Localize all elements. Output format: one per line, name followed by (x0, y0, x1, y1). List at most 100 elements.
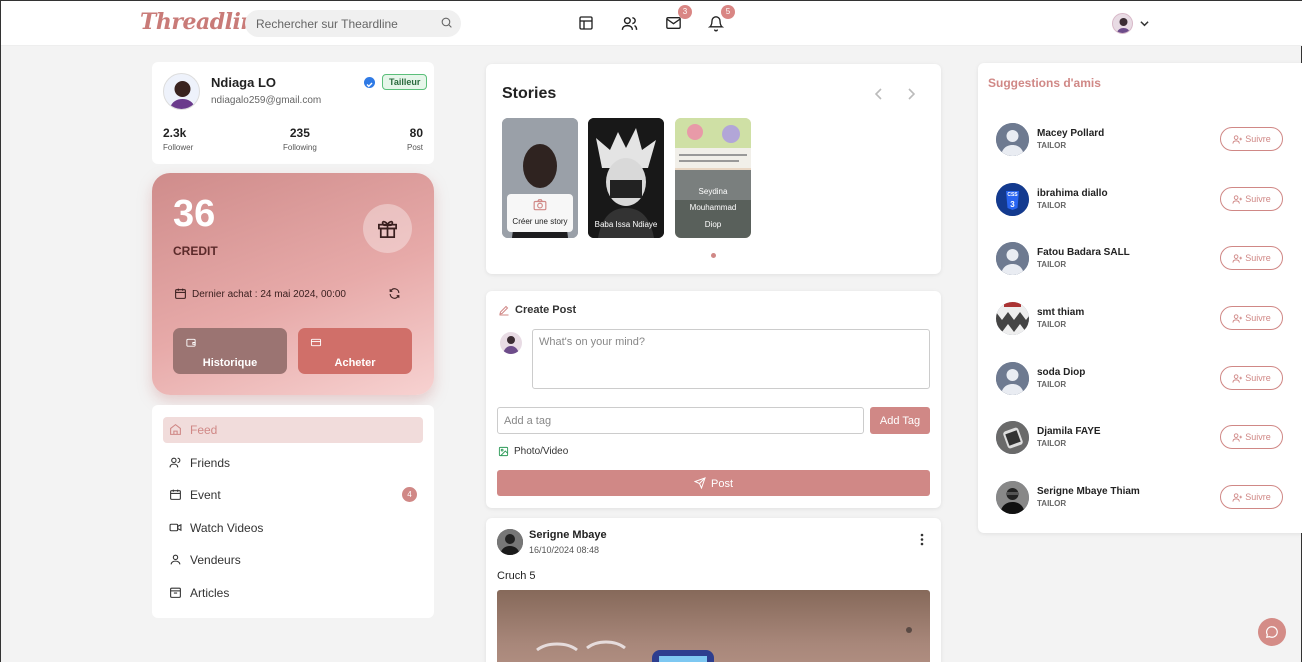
layout-icon[interactable] (578, 15, 594, 31)
stat-posts[interactable]: 80 Post (401, 126, 423, 152)
stat-followers[interactable]: 2.3k Follower (163, 126, 193, 152)
menu-item-watch-videos[interactable]: Watch Videos (163, 515, 423, 541)
menu-item-event[interactable]: Event 4 (163, 482, 423, 508)
suggestion-name[interactable]: smt thiam (1037, 307, 1084, 318)
suggestion-item: Macey Pollard TAILOR Suivre (996, 123, 1286, 157)
users-icon[interactable] (621, 15, 638, 32)
story-seydina-mouhammad-diop[interactable]: Seydina Mouhammad Diop (675, 118, 751, 238)
search-input[interactable] (245, 10, 461, 37)
chevron-down-icon[interactable] (1140, 20, 1149, 27)
menu-item-vendeurs[interactable]: Vendeurs (163, 547, 423, 573)
suggestion-avatar[interactable] (996, 421, 1029, 454)
chat-button[interactable] (1258, 618, 1286, 646)
profile-card: Ndiaga LO ndiagalo259@gmail.com Tailleur… (152, 62, 434, 164)
suggestion-item: soda Diop TAILOR Suivre (996, 362, 1286, 396)
story-label-line-2: Mouhammad (689, 203, 737, 212)
post-author-avatar[interactable] (497, 529, 523, 555)
suggestion-avatar[interactable] (996, 123, 1029, 156)
follow-button[interactable]: Suivre (1220, 485, 1283, 509)
calendar-icon (170, 489, 181, 500)
user-icon (170, 554, 181, 565)
role-badge: Tailleur (382, 74, 428, 90)
suggestion-item: smt thiam TAILOR Suivre (996, 302, 1286, 336)
svg-text:CSS: CSS (1007, 192, 1018, 198)
post-text: Cruch 5 (497, 570, 536, 582)
follow-button[interactable]: Suivre (1220, 425, 1283, 449)
buy-button[interactable]: Acheter (298, 328, 412, 374)
user-plus-icon (1232, 374, 1243, 383)
photo-video-button[interactable]: Photo/Video (498, 446, 568, 457)
chevron-left-icon[interactable] (875, 88, 883, 100)
suggestion-avatar[interactable] (996, 481, 1029, 514)
follow-button[interactable]: Suivre (1220, 127, 1283, 151)
side-menu: Feed Friends Event 4 Watch Videos Vendeu… (152, 405, 434, 618)
bell-icon[interactable] (708, 15, 724, 32)
profile-name[interactable]: Ndiaga LO (211, 75, 276, 90)
video-icon (169, 523, 182, 532)
chat-icon (1265, 626, 1278, 639)
suggestion-role: TAILOR (1037, 201, 1067, 210)
stories-title: Stories (502, 85, 557, 102)
event-badge: 4 (402, 487, 417, 502)
user-plus-icon (1232, 493, 1243, 502)
follow-button[interactable]: Suivre (1220, 366, 1283, 390)
refresh-icon[interactable] (388, 287, 401, 300)
suggestion-avatar[interactable] (996, 362, 1029, 395)
menu-item-articles[interactable]: Articles (163, 580, 423, 606)
suggestion-name[interactable]: Fatou Badara SALL (1037, 247, 1130, 258)
story-baba-issa-ndiaye[interactable]: Baba Issa Ndiaye (588, 118, 664, 238)
follow-button[interactable]: Suivre (1220, 246, 1283, 270)
mail-icon[interactable] (665, 15, 682, 31)
follow-button[interactable]: Suivre (1220, 187, 1283, 211)
chevron-right-icon[interactable] (907, 88, 915, 100)
history-button[interactable]: Historique (173, 328, 287, 374)
suggestion-item: CSS 3 ibrahima diallo TAILOR Suivre (996, 183, 1286, 217)
menu-item-friends[interactable]: Friends (163, 450, 423, 476)
credit-amount: 36 (173, 193, 216, 235)
suggestion-name[interactable]: ibrahima diallo (1037, 188, 1108, 199)
follow-button[interactable]: Suivre (1220, 306, 1283, 330)
suggestion-name[interactable]: Macey Pollard (1037, 128, 1104, 139)
suggestion-avatar[interactable] (996, 302, 1029, 335)
create-post-title: Create Post (515, 304, 577, 316)
post-author-name[interactable]: Serigne Mbaye (529, 529, 607, 541)
create-story[interactable]: Créer une story (502, 118, 578, 238)
suggestion-name[interactable]: Serigne Mbaye Thiam (1037, 486, 1140, 497)
suggestion-name[interactable]: soda Diop (1037, 367, 1085, 378)
user-avatar[interactable] (1112, 13, 1133, 34)
suggestion-item: Fatou Badara SALL TAILOR Suivre (996, 242, 1286, 276)
post-image[interactable] (497, 590, 930, 662)
last-purchase: Dernier achat : 24 mai 2024, 00:00 (192, 289, 346, 300)
stat-following[interactable]: 235 Following (283, 126, 317, 152)
tag-input[interactable] (497, 407, 864, 434)
suggestion-role: TAILOR (1037, 141, 1067, 150)
carousel-dot[interactable] (711, 253, 716, 258)
create-story-label: Créer une story (512, 217, 568, 226)
post-date: 16/10/2024 08:48 (529, 545, 600, 555)
menu-item-feed[interactable]: Feed (163, 417, 423, 443)
add-tag-button[interactable]: Add Tag (870, 407, 930, 434)
suggestion-name[interactable]: Djamila FAYE (1037, 426, 1101, 437)
post-button[interactable]: Post (497, 470, 930, 496)
notifications-badge: 5 (721, 5, 735, 19)
wallet-icon (186, 338, 196, 347)
user-plus-icon (1232, 195, 1243, 204)
feed-post: Serigne Mbaye 16/10/2024 08:48 Cruch 5 (486, 518, 941, 662)
post-content-textarea[interactable] (532, 329, 930, 389)
credit-card-icon (310, 338, 322, 347)
create-story-panel[interactable]: Créer une story (507, 194, 573, 232)
package-icon (170, 587, 181, 598)
suggestion-avatar[interactable] (996, 242, 1029, 275)
stories-card: Stories Créer une story Baba Issa Ndiaye… (486, 64, 941, 274)
messages-badge: 3 (678, 5, 692, 19)
home-icon (170, 423, 181, 435)
more-options-icon[interactable] (920, 533, 924, 546)
suggestion-item: Djamila FAYE TAILOR Suivre (996, 421, 1286, 455)
suggestion-avatar[interactable]: CSS 3 (996, 183, 1029, 216)
image-icon (498, 446, 509, 457)
credit-card: 36 CREDIT Dernier achat : 24 mai 2024, 0… (152, 173, 434, 395)
gift-icon (363, 204, 412, 253)
search-icon[interactable] (440, 16, 453, 29)
pencil-icon (499, 305, 509, 316)
profile-avatar[interactable] (163, 73, 200, 110)
